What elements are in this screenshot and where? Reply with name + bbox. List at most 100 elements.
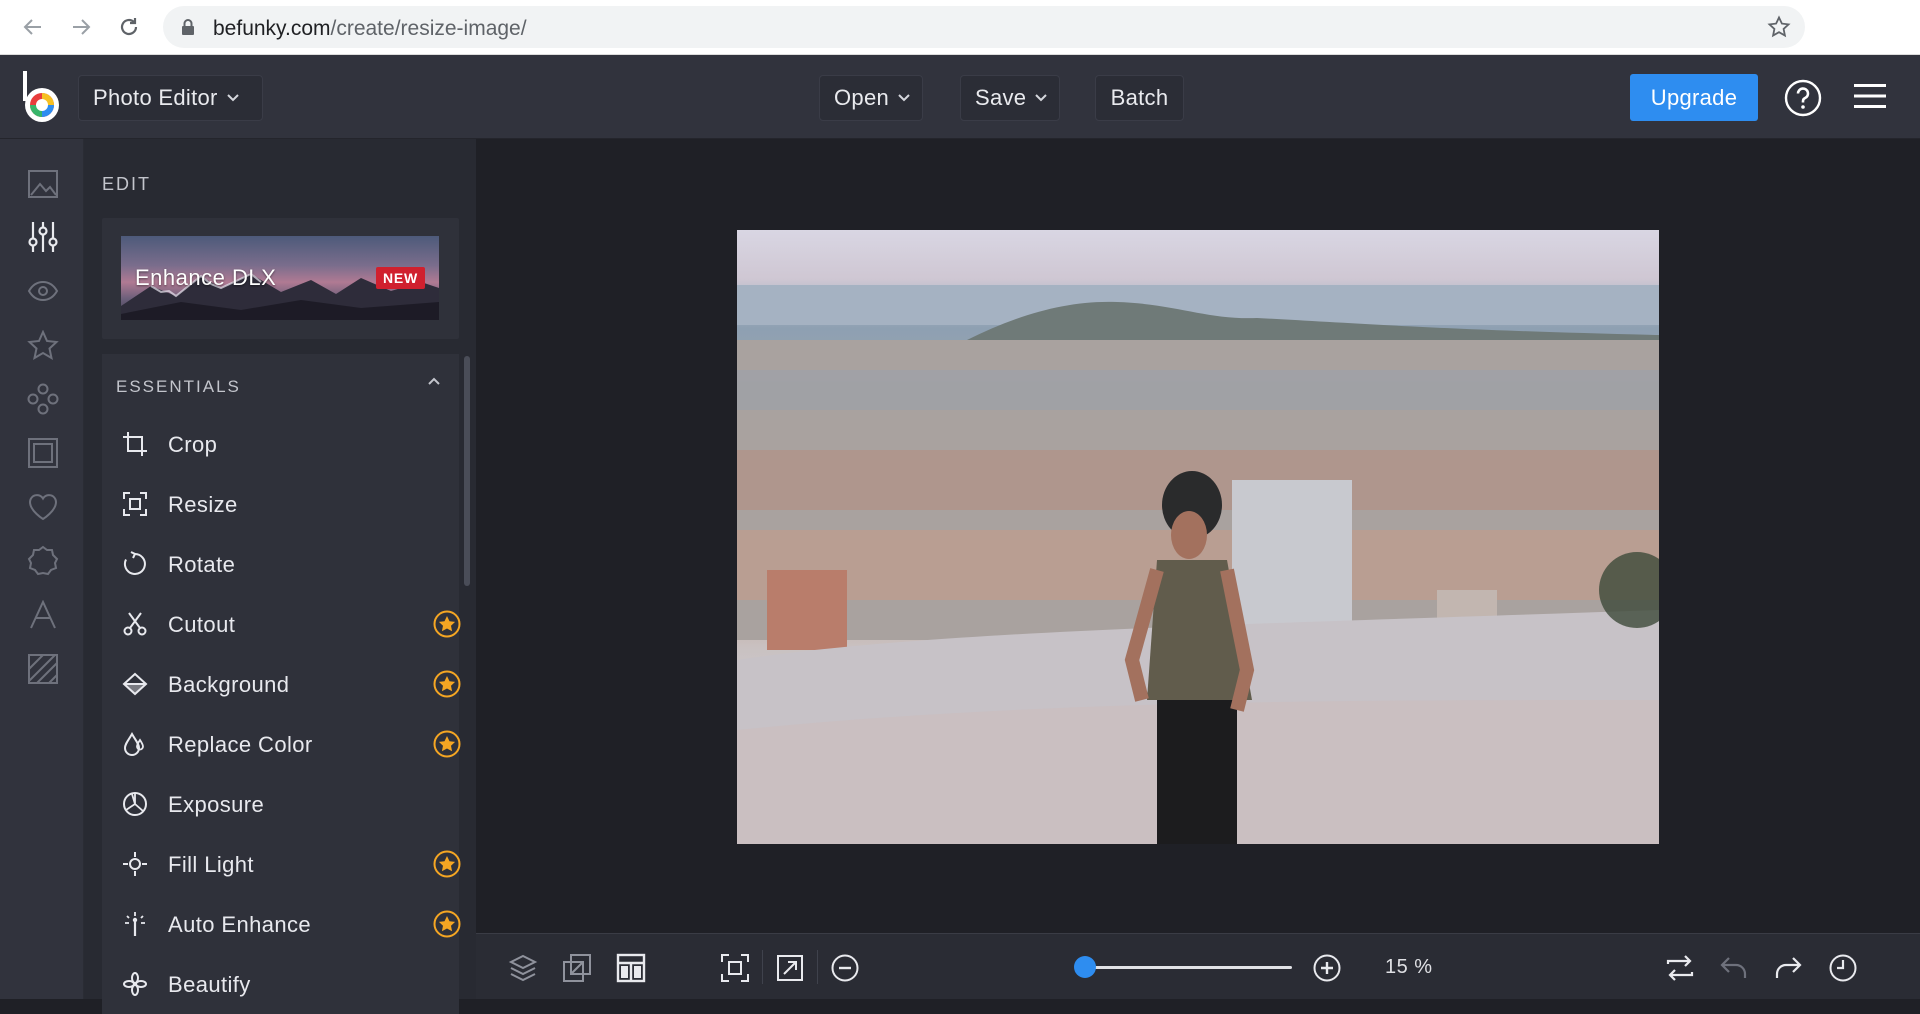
panel-title: EDIT: [102, 174, 152, 194]
resize-icon: [122, 491, 148, 517]
zoom-out-icon[interactable]: [828, 951, 862, 985]
address-bar[interactable]: befunky.com/create/resize-image/: [163, 6, 1805, 48]
tool-background[interactable]: Background: [102, 654, 461, 714]
bookmark-star-icon[interactable]: [1767, 15, 1791, 39]
tool-label: Replace Color: [168, 732, 313, 757]
tool-replace-color[interactable]: Replace Color: [102, 714, 461, 774]
undo-icon[interactable]: [1717, 951, 1751, 985]
zoom-in-icon[interactable]: [1310, 951, 1344, 985]
url-text: befunky.com/create/resize-image/: [213, 17, 527, 41]
tool-category-rail: [0, 139, 84, 999]
chevron-down-icon: [897, 93, 911, 103]
tool-label: Resize: [168, 492, 238, 517]
befunky-logo[interactable]: [20, 69, 64, 125]
save-label: Save: [975, 85, 1027, 110]
enhance-dlx-label: Enhance DLX: [135, 265, 277, 290]
collage-layout-icon[interactable]: [614, 951, 648, 985]
tool-rotate[interactable]: Rotate: [102, 534, 459, 594]
crop-icon: [122, 431, 148, 457]
editor-canvas[interactable]: [476, 139, 1920, 933]
sparkle-icon: [122, 971, 148, 997]
app-top-bar: Photo Editor Open Save Batch Upgrade: [0, 55, 1920, 139]
text-icon[interactable]: [26, 598, 60, 632]
essentials-header[interactable]: ESSENTIALS: [102, 354, 459, 416]
enhance-dlx-card[interactable]: Enhance DLX NEW: [102, 218, 459, 339]
separator: [817, 950, 818, 984]
tool-crop[interactable]: Crop: [102, 414, 459, 474]
tool-cutout[interactable]: Cutout: [102, 594, 461, 654]
tool-fill-light[interactable]: Fill Light: [102, 834, 461, 894]
chevron-up-icon[interactable]: [427, 376, 441, 386]
upgrade-button[interactable]: Upgrade: [1630, 74, 1758, 121]
frame-icon[interactable]: [26, 436, 60, 470]
new-badge: NEW: [375, 267, 425, 289]
rotate-icon: [122, 551, 148, 577]
texture-icon[interactable]: [26, 652, 60, 686]
tool-label: Auto Enhance: [168, 912, 312, 937]
tool-label: Background: [168, 672, 290, 697]
zoom-slider-track[interactable]: [1086, 966, 1292, 969]
back-arrow-icon[interactable]: [18, 12, 48, 42]
tool-resize[interactable]: Resize: [102, 474, 459, 534]
batch-label: Batch: [1110, 85, 1169, 110]
tool-auto-enhance[interactable]: Auto Enhance: [102, 894, 461, 954]
layers-icon[interactable]: [506, 951, 540, 985]
edit-panel: EDIT Enhance DLX NEW ESSENTIALS Crop Res…: [84, 139, 476, 1014]
magic-wand-icon: [122, 911, 148, 937]
tool-label: Exposure: [168, 792, 265, 817]
tool-label: Cutout: [168, 612, 236, 637]
hamburger-menu-icon[interactable]: [1854, 83, 1886, 109]
reload-icon[interactable]: [114, 12, 144, 42]
premium-star-icon: [433, 910, 461, 938]
photo-content: [737, 285, 1659, 844]
tool-exposure[interactable]: Exposure: [102, 774, 459, 834]
effects-icon[interactable]: [26, 382, 60, 416]
chevron-down-icon: [1034, 93, 1048, 103]
essentials-section: ESSENTIALS Crop Resize Rotate Cutout Bac…: [102, 354, 461, 1014]
zoom-level: 15 %: [1385, 956, 1433, 978]
image-icon[interactable]: [26, 167, 60, 201]
tool-label: Fill Light: [168, 852, 254, 877]
actual-size-icon[interactable]: [773, 951, 807, 985]
eye-icon[interactable]: [26, 274, 60, 308]
heart-icon[interactable]: [26, 490, 60, 524]
eraser-icon: [122, 671, 148, 697]
compare-icon[interactable]: [560, 951, 594, 985]
photo-editor-dropdown[interactable]: Photo Editor: [78, 75, 263, 121]
scissors-icon: [122, 611, 148, 637]
premium-star-icon: [433, 610, 461, 638]
bottom-toolbar: 15 %: [476, 933, 1920, 999]
open-label: Open: [834, 85, 890, 110]
zoom-slider-knob[interactable]: [1074, 956, 1096, 978]
sliders-icon[interactable]: [26, 220, 60, 254]
tool-beautify[interactable]: Beautify: [102, 954, 459, 1014]
photo-preview[interactable]: [737, 230, 1659, 844]
open-button[interactable]: Open: [819, 75, 923, 121]
tool-label: Crop: [168, 432, 218, 457]
enhance-dlx-banner[interactable]: Enhance DLX NEW: [121, 236, 439, 320]
aperture-icon: [122, 791, 148, 817]
swap-icon[interactable]: [1663, 951, 1697, 985]
separator: [762, 950, 763, 984]
save-button[interactable]: Save: [960, 75, 1060, 121]
premium-star-icon: [433, 850, 461, 878]
premium-star-icon: [433, 670, 461, 698]
lock-icon: [181, 19, 195, 35]
badge-icon[interactable]: [26, 544, 60, 578]
droplet-icon: [122, 731, 148, 757]
history-clock-icon[interactable]: [1826, 951, 1860, 985]
premium-star-icon: [433, 730, 461, 758]
help-icon[interactable]: [1784, 79, 1822, 117]
tool-label: Rotate: [168, 552, 236, 577]
browser-chrome: befunky.com/create/resize-image/: [0, 0, 1920, 55]
url-host: befunky.com: [213, 17, 331, 40]
photo-editor-label: Photo Editor: [93, 85, 218, 110]
redo-icon[interactable]: [1771, 951, 1805, 985]
fit-to-screen-icon[interactable]: [718, 951, 752, 985]
panel-scrollbar[interactable]: [464, 356, 470, 586]
batch-button[interactable]: Batch: [1095, 75, 1184, 121]
star-icon[interactable]: [26, 328, 60, 362]
chevron-down-icon: [226, 93, 240, 103]
url-path: /create/resize-image/: [330, 17, 527, 40]
forward-arrow-icon[interactable]: [66, 12, 96, 42]
